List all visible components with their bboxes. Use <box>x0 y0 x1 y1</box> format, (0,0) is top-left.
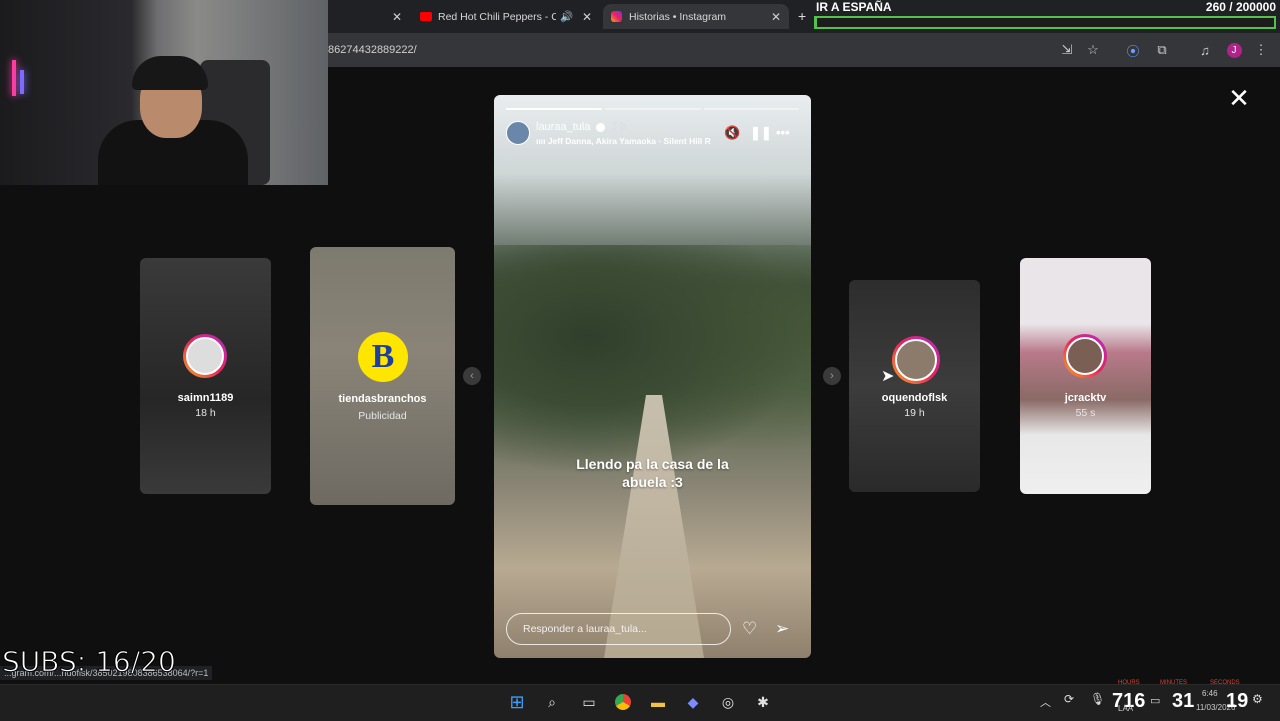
story-username: jcracktv <box>1064 392 1107 404</box>
music-track[interactable]: Jeff Danna, Akira Yamaoka · Silent Hill … <box>548 136 711 146</box>
goal-progress-fill <box>816 18 817 27</box>
story-username: tiendasbranchos <box>338 393 427 405</box>
webcam-overlay <box>0 0 328 185</box>
search-icon[interactable]: ⌕ <box>541 692 563 712</box>
bookmark-star-icon[interactable]: ☆ <box>1084 41 1102 59</box>
tab-previous[interactable]: ✕ <box>330 4 410 29</box>
address-bar[interactable]: 86274432889222/ <box>328 38 1048 62</box>
new-tab-button[interactable]: + <box>798 8 806 24</box>
rgb-light <box>20 70 24 94</box>
timer-label: MINUTES <box>1160 680 1187 686</box>
windows-start-icon[interactable]: ⊞ <box>506 692 528 712</box>
speaker-icon[interactable]: 🔊 <box>560 10 573 23</box>
network-icon[interactable]: ▭ <box>1150 694 1160 707</box>
story-author-name[interactable]: lauraa_tula <box>536 121 590 133</box>
app-icon-2[interactable]: ◎ <box>717 692 739 712</box>
subs-counter: SUBS: 16/20 <box>2 645 177 679</box>
chrome-icon[interactable] <box>612 692 634 712</box>
rgb-light <box>12 60 16 96</box>
timer-minutes: 31 <box>1172 690 1195 712</box>
sponsored-label: Publicidad <box>358 410 407 422</box>
obs-icon[interactable]: ✱ <box>752 692 774 712</box>
tab-title: Red Hot Chili Peppers - Cali <box>438 10 556 23</box>
story-progress-segment <box>605 108 701 110</box>
tab-youtube[interactable]: Red Hot Chili Peppers - Cali 🔊 ✕ <box>412 4 600 29</box>
music-bars-icon: ıııı <box>536 136 548 146</box>
close-tab-icon[interactable]: ✕ <box>582 10 592 24</box>
file-explorer-icon[interactable]: ▬ <box>647 692 669 712</box>
story-progress-segment <box>704 108 799 110</box>
mouse-cursor-icon: ➤ <box>881 368 895 385</box>
previous-story-arrow-icon[interactable]: ‹ <box>463 367 481 385</box>
story-time: 19 h <box>904 407 925 419</box>
mute-icon[interactable]: 🔇 <box>724 125 740 141</box>
tab-instagram[interactable]: Historias • Instagram ✕ <box>603 4 789 29</box>
brand-logo: B <box>358 332 408 382</box>
story-progress-segment <box>506 108 602 110</box>
language-indicator: LAA <box>1118 704 1134 713</box>
tray-chevron-icon[interactable]: ︿ <box>1040 694 1051 710</box>
story-caption: Llendo pa la casa de la abuela :3 <box>576 456 729 490</box>
cast-icon[interactable]: ⦿ <box>1124 41 1142 59</box>
install-icon[interactable]: ⇲ <box>1058 41 1076 59</box>
story-username: saimn1189 <box>177 392 234 404</box>
timer-label: SECONDS <box>1210 680 1240 686</box>
tab-title: Historias • Instagram <box>629 10 727 23</box>
goal-progress-bar <box>814 16 1276 29</box>
media-control-icon[interactable]: ♫ <box>1196 41 1214 59</box>
clock-time[interactable]: 6:46 <box>1202 689 1218 698</box>
story-time: 18 h <box>195 407 216 419</box>
menu-icon[interactable]: ⋮ <box>1252 41 1270 59</box>
story-card-tiendasbranchos[interactable]: B tiendasbranchos Publicidad <box>310 247 455 505</box>
next-story-arrow-icon[interactable]: › <box>823 367 841 385</box>
person-cap <box>132 56 208 90</box>
story-avatar <box>892 336 940 384</box>
instagram-icon <box>611 11 622 22</box>
close-icon[interactable]: ✕ <box>1228 85 1250 111</box>
timer-label: HOURS <box>1118 680 1140 686</box>
tray-sync-icon[interactable]: ⟳ <box>1064 692 1074 706</box>
story-time: 7 h <box>611 121 627 133</box>
story-username: oquendoflsk <box>881 392 948 404</box>
close-tab-icon[interactable]: ✕ <box>392 10 402 24</box>
microphone-icon[interactable]: 🎙 <box>1090 692 1105 706</box>
settings-gear-icon[interactable]: ⚙ <box>1252 692 1263 706</box>
story-card-oquendoflsk[interactable]: oquendoflsk 19 h <box>849 280 980 492</box>
profile-avatar[interactable]: J <box>1225 41 1243 59</box>
story-avatar <box>1063 334 1107 378</box>
goal-title: IR A ESPAÑA <box>816 0 892 14</box>
share-icon[interactable]: ➢ <box>775 619 789 639</box>
youtube-icon <box>420 12 432 21</box>
extensions-icon[interactable]: ⧉ <box>1153 41 1171 59</box>
more-options-icon[interactable]: ••• <box>776 125 790 140</box>
story-avatar <box>183 334 227 378</box>
heart-icon[interactable]: ♡ <box>742 619 757 639</box>
timer-seconds: 19 <box>1226 690 1249 712</box>
taskbar <box>0 684 1280 721</box>
story-card-jcracktv[interactable]: jcracktv 55 s <box>1020 258 1151 494</box>
story-author-avatar[interactable] <box>506 121 530 145</box>
story-time: 55 s <box>1075 407 1096 419</box>
story-music[interactable]: ıııı Jeff Danna, Akira Yamaoka · Silent … <box>536 136 711 146</box>
verified-icon <box>596 122 606 132</box>
story-card-saimn1189[interactable]: saimn1189 18 h <box>140 258 271 494</box>
reply-input[interactable]: Responder a lauraa_tula... <box>506 613 731 645</box>
goal-count: 260 / 200000 <box>1205 0 1276 14</box>
close-tab-icon[interactable]: ✕ <box>771 10 781 24</box>
pause-icon[interactable]: ❚❚ <box>750 125 772 141</box>
task-view-icon[interactable]: ▭ <box>578 692 600 712</box>
app-icon[interactable]: ◆ <box>682 692 704 712</box>
story-author[interactable]: lauraa_tula 7 h <box>536 121 627 133</box>
active-story[interactable]: lauraa_tula 7 h ıııı Jeff Danna, Akira Y… <box>494 95 811 658</box>
